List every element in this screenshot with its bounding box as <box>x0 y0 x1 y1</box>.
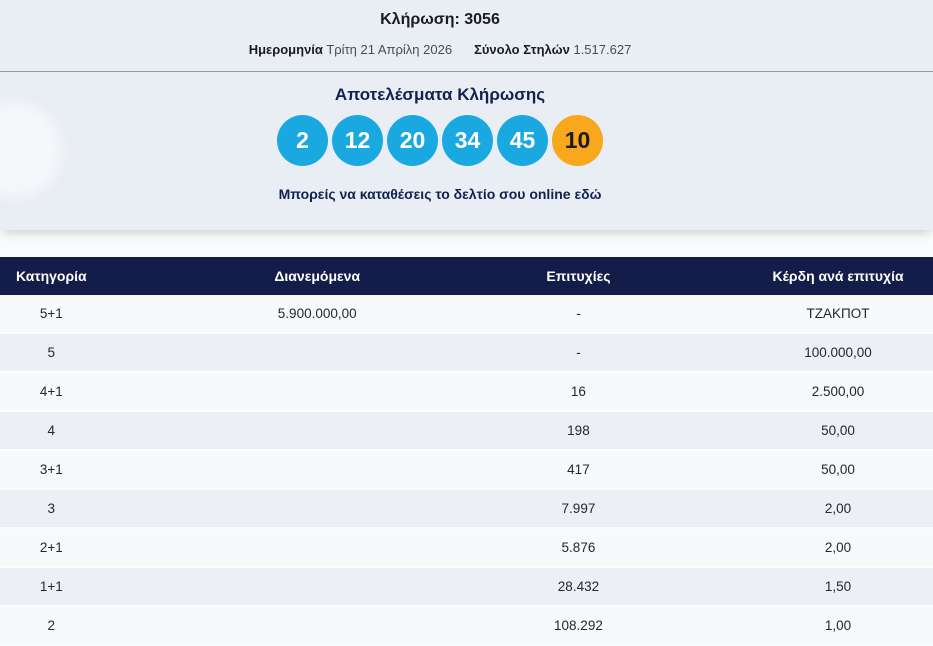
cell-winners: - <box>531 333 626 373</box>
cell-distributed <box>102 411 532 451</box>
table-row: 2 108.292 1,00 <box>0 606 933 646</box>
cell-prize: 2,00 <box>625 528 933 568</box>
total-columns: Σύνολο Στηλών 1.517.627 <box>474 42 631 57</box>
cell-winners: 16 <box>531 372 626 412</box>
table-row: 1+1 28.432 1,50 <box>0 567 933 607</box>
cell-category: 1+1 <box>0 567 103 607</box>
cell-distributed <box>102 372 532 412</box>
number-ball: 12 <box>332 115 383 166</box>
cell-distributed <box>102 489 532 529</box>
cell-winners: 28.432 <box>531 567 626 607</box>
table-body: 5+1 5.900.000,00- ΤΖΑΚΠΟΤ 5-100.000,00 4+1 16… <box>0 295 933 646</box>
table-row: 4 198 50,00 <box>0 411 933 451</box>
total-columns-label: Σύνολο Στηλών <box>474 42 570 57</box>
table-row: 5+1 5.900.000,00- ΤΖΑΚΠΟΤ <box>0 295 933 334</box>
cell-prize: ΤΖΑΚΠΟΤ <box>625 295 933 334</box>
cell-winners: 7.997 <box>531 489 626 529</box>
cell-category: 5 <box>0 333 103 373</box>
table-header-row: Κατηγορία Διανεμόμενα Επιτυχίες Κέρδη ανά ε… <box>0 257 933 295</box>
cell-category: 5+1 <box>0 295 103 334</box>
column-header: Επιτυχίες <box>531 257 626 295</box>
cell-winners: 417 <box>531 450 626 490</box>
cell-distributed: 5.900.000,00 <box>102 295 532 334</box>
cell-category: 2 <box>0 606 103 646</box>
prize-categories-table: Κατηγορία Διανεμόμενα Επιτυχίες Κέρδη ανά ε… <box>0 257 933 646</box>
cell-distributed <box>102 450 532 490</box>
table-row: 5 -100.000,00 <box>0 333 933 373</box>
cell-distributed <box>102 333 532 373</box>
cell-distributed <box>102 567 532 607</box>
section-divider <box>0 71 933 72</box>
table-row: 3 7.997 2,00 <box>0 489 933 529</box>
table-row: 4+1 16 2.500,00 <box>0 372 933 412</box>
draw-meta-row: Ημερομηνία Τρίτη 21 Απρίλη 2026 Σύνολο Στ… <box>0 42 880 57</box>
cell-category: 2+1 <box>0 528 103 568</box>
results-title: Αποτελέσματα Κλήρωσης <box>334 85 546 104</box>
number-ball: 45 <box>497 115 548 166</box>
cell-category: 4 <box>0 411 103 451</box>
date-label: Ημερομηνία <box>248 42 323 57</box>
draw-number-title: Κλήρωση: 3056 <box>380 11 500 28</box>
drawn-numbers: 2 12 20 34 45 10 <box>0 115 880 166</box>
cell-winners: 108.292 <box>531 606 626 646</box>
cell-category: 3 <box>0 489 103 529</box>
cell-distributed <box>102 606 532 646</box>
submit-online-link[interactable]: Μπορείς να καταθέσεις το δελτίο σου onli… <box>0 186 880 202</box>
column-header: Διανεμόμενα <box>102 257 532 295</box>
total-columns-value: 1.517.627 <box>573 42 632 57</box>
cell-category: 4+1 <box>0 372 103 412</box>
number-ball: 34 <box>442 115 493 166</box>
cell-prize: 50,00 <box>625 450 933 490</box>
cell-winners: 198 <box>531 411 626 451</box>
number-ball: 2 <box>277 115 328 166</box>
cell-prize: 2,00 <box>625 489 933 529</box>
cell-category: 3+1 <box>0 450 103 490</box>
date-value: Τρίτη 21 Απρίλη 2026 <box>326 42 453 57</box>
table-row: 2+1 5.876 2,00 <box>0 528 933 568</box>
cell-prize: 1,00 <box>625 606 933 646</box>
cell-winners: 5.876 <box>531 528 626 568</box>
column-header: Κέρδη ανά επιτυχία <box>625 257 933 295</box>
bonus-number-ball: 10 <box>552 115 603 166</box>
cell-prize: 1,50 <box>625 567 933 607</box>
number-ball: 20 <box>387 115 438 166</box>
table-row: 3+1 417 50,00 <box>0 450 933 490</box>
column-header: Κατηγορία <box>0 257 103 295</box>
cell-prize: 2.500,00 <box>625 372 933 412</box>
draw-info-section: Κλήρωση: 3056 Ημερομηνία Τρίτη 21 Απρίλη… <box>0 0 933 230</box>
cell-winners: - <box>531 295 626 334</box>
cell-prize: 100.000,00 <box>625 333 933 373</box>
draw-date: Ημερομηνία Τρίτη 21 Απρίλη 2026 <box>249 42 452 57</box>
cell-prize: 50,00 <box>625 411 933 451</box>
cell-distributed <box>102 528 532 568</box>
